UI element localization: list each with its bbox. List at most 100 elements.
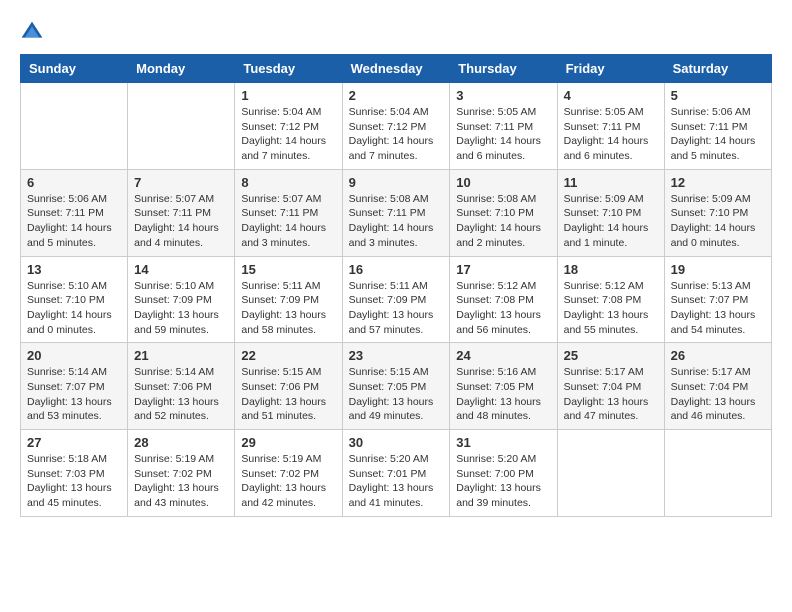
calendar-cell: 7 Sunrise: 5:07 AM Sunset: 7:11 PM Daylig… [128,169,235,256]
calendar-cell: 1 Sunrise: 5:04 AM Sunset: 7:12 PM Daylig… [235,83,342,170]
calendar-cell: 14 Sunrise: 5:10 AM Sunset: 7:09 PM Dayli… [128,256,235,343]
weekday-header-thursday: Thursday [450,55,557,83]
calendar-cell: 26 Sunrise: 5:17 AM Sunset: 7:04 PM Dayli… [664,343,771,430]
day-info: Sunrise: 5:09 AM Sunset: 7:10 PM Dayligh… [671,192,765,251]
calendar-cell [557,430,664,517]
day-number: 1 [241,88,335,103]
day-number: 7 [134,175,228,190]
day-info: Sunrise: 5:05 AM Sunset: 7:11 PM Dayligh… [456,105,550,164]
calendar-cell: 20 Sunrise: 5:14 AM Sunset: 7:07 PM Dayli… [21,343,128,430]
calendar-cell: 31 Sunrise: 5:20 AM Sunset: 7:00 PM Dayli… [450,430,557,517]
day-info: Sunrise: 5:17 AM Sunset: 7:04 PM Dayligh… [671,365,765,424]
day-info: Sunrise: 5:07 AM Sunset: 7:11 PM Dayligh… [134,192,228,251]
calendar-cell [128,83,235,170]
calendar-week-row: 13Sunrise: 5:10 AM Sunset: 7:10 PM Dayli… [21,256,772,343]
day-info: Sunrise: 5:10 AM Sunset: 7:09 PM Dayligh… [134,279,228,338]
day-info: Sunrise: 5:06 AM Sunset: 7:11 PM Dayligh… [27,192,121,251]
day-info: Sunrise: 5:11 AM Sunset: 7:09 PM Dayligh… [241,279,335,338]
day-info: Sunrise: 5:15 AM Sunset: 7:06 PM Dayligh… [241,365,335,424]
day-info: Sunrise: 5:07 AM Sunset: 7:11 PM Dayligh… [241,192,335,251]
day-number: 17 [456,262,550,277]
calendar-cell [21,83,128,170]
calendar-cell: 23 Sunrise: 5:15 AM Sunset: 7:05 PM Dayli… [342,343,450,430]
day-number: 21 [134,348,228,363]
day-info: Sunrise: 5:12 AM Sunset: 7:08 PM Dayligh… [564,279,658,338]
day-number: 15 [241,262,335,277]
day-number: 12 [671,175,765,190]
page-header [20,20,772,44]
calendar-table: SundayMondayTuesdayWednesdayThursdayFrid… [20,54,772,517]
calendar-header-row: SundayMondayTuesdayWednesdayThursdayFrid… [21,55,772,83]
day-info: Sunrise: 5:12 AM Sunset: 7:08 PM Dayligh… [456,279,550,338]
day-info: Sunrise: 5:10 AM Sunset: 7:10 PM Dayligh… [27,279,121,338]
day-number: 24 [456,348,550,363]
day-info: Sunrise: 5:14 AM Sunset: 7:06 PM Dayligh… [134,365,228,424]
calendar-week-row: 20 Sunrise: 5:14 AM Sunset: 7:07 PM Dayli… [21,343,772,430]
day-info: Sunrise: 5:16 AM Sunset: 7:05 PM Dayligh… [456,365,550,424]
weekday-header-wednesday: Wednesday [342,55,450,83]
day-number: 31 [456,435,550,450]
day-number: 16 [349,262,444,277]
calendar-cell: 13Sunrise: 5:10 AM Sunset: 7:10 PM Dayli… [21,256,128,343]
day-number: 10 [456,175,550,190]
day-number: 28 [134,435,228,450]
day-number: 22 [241,348,335,363]
calendar-cell: 15 Sunrise: 5:11 AM Sunset: 7:09 PM Dayli… [235,256,342,343]
calendar-week-row: 27 Sunrise: 5:18 AM Sunset: 7:03 PM Dayli… [21,430,772,517]
calendar-week-row: 6 Sunrise: 5:06 AM Sunset: 7:11 PM Daylig… [21,169,772,256]
day-info: Sunrise: 5:08 AM Sunset: 7:11 PM Dayligh… [349,192,444,251]
calendar-cell: 18 Sunrise: 5:12 AM Sunset: 7:08 PM Dayli… [557,256,664,343]
day-info: Sunrise: 5:19 AM Sunset: 7:02 PM Dayligh… [241,452,335,511]
day-number: 6 [27,175,121,190]
calendar-cell: 4 Sunrise: 5:05 AM Sunset: 7:11 PM Daylig… [557,83,664,170]
calendar-cell: 3Sunrise: 5:05 AM Sunset: 7:11 PM Daylig… [450,83,557,170]
calendar-cell: 16 Sunrise: 5:11 AM Sunset: 7:09 PM Dayli… [342,256,450,343]
day-number: 29 [241,435,335,450]
day-info: Sunrise: 5:13 AM Sunset: 7:07 PM Dayligh… [671,279,765,338]
day-info: Sunrise: 5:15 AM Sunset: 7:05 PM Dayligh… [349,365,444,424]
weekday-header-monday: Monday [128,55,235,83]
logo [20,20,46,44]
calendar-cell: 8Sunrise: 5:07 AM Sunset: 7:11 PM Daylig… [235,169,342,256]
calendar-cell: 19Sunrise: 5:13 AM Sunset: 7:07 PM Dayli… [664,256,771,343]
calendar-cell: 5Sunrise: 5:06 AM Sunset: 7:11 PM Daylig… [664,83,771,170]
day-number: 4 [564,88,658,103]
day-number: 27 [27,435,121,450]
day-info: Sunrise: 5:05 AM Sunset: 7:11 PM Dayligh… [564,105,658,164]
day-info: Sunrise: 5:09 AM Sunset: 7:10 PM Dayligh… [564,192,658,251]
calendar-cell: 24 Sunrise: 5:16 AM Sunset: 7:05 PM Dayli… [450,343,557,430]
day-info: Sunrise: 5:08 AM Sunset: 7:10 PM Dayligh… [456,192,550,251]
logo-icon [20,20,44,44]
calendar-cell [664,430,771,517]
day-number: 9 [349,175,444,190]
calendar-cell: 6 Sunrise: 5:06 AM Sunset: 7:11 PM Daylig… [21,169,128,256]
calendar-cell: 30Sunrise: 5:20 AM Sunset: 7:01 PM Dayli… [342,430,450,517]
day-number: 2 [349,88,444,103]
day-info: Sunrise: 5:18 AM Sunset: 7:03 PM Dayligh… [27,452,121,511]
calendar-cell: 25Sunrise: 5:17 AM Sunset: 7:04 PM Dayli… [557,343,664,430]
calendar-cell: 10 Sunrise: 5:08 AM Sunset: 7:10 PM Dayli… [450,169,557,256]
calendar-cell: 11 Sunrise: 5:09 AM Sunset: 7:10 PM Dayli… [557,169,664,256]
day-number: 30 [349,435,444,450]
day-info: Sunrise: 5:20 AM Sunset: 7:00 PM Dayligh… [456,452,550,511]
day-number: 11 [564,175,658,190]
day-number: 20 [27,348,121,363]
calendar-week-row: 1 Sunrise: 5:04 AM Sunset: 7:12 PM Daylig… [21,83,772,170]
weekday-header-friday: Friday [557,55,664,83]
weekday-header-sunday: Sunday [21,55,128,83]
calendar-cell: 28 Sunrise: 5:19 AM Sunset: 7:02 PM Dayli… [128,430,235,517]
calendar-cell: 29 Sunrise: 5:19 AM Sunset: 7:02 PM Dayli… [235,430,342,517]
day-number: 14 [134,262,228,277]
day-number: 26 [671,348,765,363]
day-info: Sunrise: 5:19 AM Sunset: 7:02 PM Dayligh… [134,452,228,511]
calendar-cell: 17 Sunrise: 5:12 AM Sunset: 7:08 PM Dayli… [450,256,557,343]
day-info: Sunrise: 5:17 AM Sunset: 7:04 PM Dayligh… [564,365,658,424]
weekday-header-tuesday: Tuesday [235,55,342,83]
calendar-cell: 21 Sunrise: 5:14 AM Sunset: 7:06 PM Dayli… [128,343,235,430]
day-number: 18 [564,262,658,277]
calendar-cell: 22 Sunrise: 5:15 AM Sunset: 7:06 PM Dayli… [235,343,342,430]
day-info: Sunrise: 5:11 AM Sunset: 7:09 PM Dayligh… [349,279,444,338]
day-info: Sunrise: 5:14 AM Sunset: 7:07 PM Dayligh… [27,365,121,424]
day-info: Sunrise: 5:04 AM Sunset: 7:12 PM Dayligh… [241,105,335,164]
day-number: 23 [349,348,444,363]
